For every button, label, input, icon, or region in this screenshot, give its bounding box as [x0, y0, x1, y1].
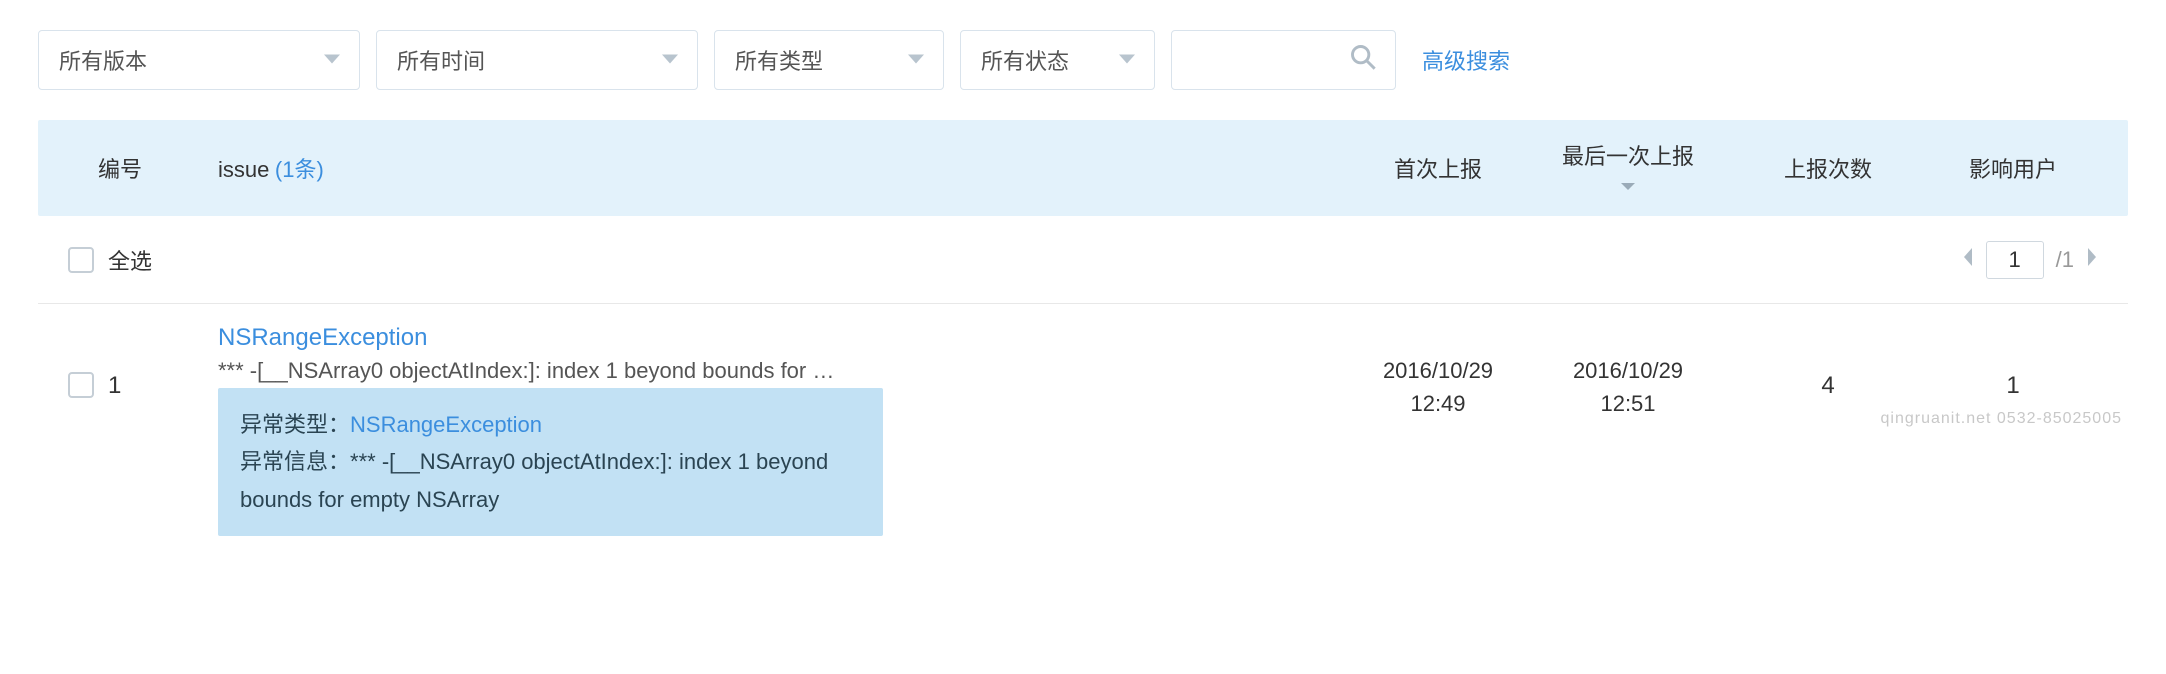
filter-version[interactable]: 所有版本 [38, 30, 360, 90]
chevron-down-icon [907, 49, 925, 72]
filter-time[interactable]: 所有时间 [376, 30, 698, 90]
row-first-report: 2016/10/29 12:49 [1348, 324, 1528, 420]
watermark: qingruanit.net 0532-85025005 [1880, 410, 2122, 428]
filter-version-label: 所有版本 [59, 44, 147, 76]
chevron-down-icon [1118, 49, 1136, 72]
exception-title-link[interactable]: NSRangeException [218, 324, 1348, 352]
filter-status[interactable]: 所有状态 [960, 30, 1155, 90]
th-affected-users[interactable]: 影响用户 [1969, 157, 2057, 182]
exception-tooltip: 异常类型：NSRangeException 异常信息：*** -[__NSArr… [218, 388, 883, 536]
tooltip-type-label: 异常类型： [240, 412, 350, 437]
row-last-report: 2016/10/29 12:51 [1528, 324, 1728, 420]
th-report-count[interactable]: 上报次数 [1784, 157, 1872, 182]
search-icon [1349, 43, 1377, 77]
filter-status-label: 所有状态 [981, 44, 1069, 76]
search-input[interactable] [1171, 30, 1396, 90]
chevron-down-icon [323, 49, 341, 72]
select-all-label: 全选 [108, 244, 152, 276]
filter-type[interactable]: 所有类型 [714, 30, 944, 90]
tooltip-type-value: NSRangeException [350, 412, 542, 437]
tooltip-info-label: 异常信息： [240, 449, 350, 474]
page-total: /1 [2056, 247, 2074, 273]
th-issue-count: (1条) [275, 157, 324, 182]
page-next-button[interactable] [2086, 247, 2098, 273]
row-report-count: 4 [1728, 324, 1928, 400]
filter-type-label: 所有类型 [735, 44, 823, 76]
table-row: 1 NSRangeException *** -[__NSArray0 obje… [38, 304, 2128, 536]
advanced-search-link[interactable]: 高级搜索 [1422, 44, 1510, 76]
chevron-down-icon [661, 49, 679, 72]
th-last-report[interactable]: 最后一次上报 [1562, 144, 1694, 169]
th-first-report[interactable]: 首次上报 [1394, 157, 1482, 182]
filter-time-label: 所有时间 [397, 44, 485, 76]
th-id: 编号 [98, 157, 142, 182]
page-input[interactable] [1986, 241, 2044, 279]
row-checkbox[interactable] [68, 372, 94, 398]
selection-row: 全选 /1 [38, 216, 2128, 304]
table-header: 编号 issue (1条) 首次上报 最后一次上报 上报次数 影响用户 [38, 120, 2128, 216]
row-affected-users: 1 [1928, 324, 2098, 400]
page-prev-button[interactable] [1962, 247, 1974, 273]
filters-row: 所有版本 所有时间 所有类型 所有状态 [38, 30, 2128, 90]
exception-message: *** -[__NSArray0 objectAtIndex:]: index … [218, 358, 838, 384]
th-issue-label: issue [218, 157, 269, 182]
select-all-checkbox[interactable] [68, 247, 94, 273]
chevron-down-icon [1528, 175, 1728, 198]
pagination: /1 [1962, 241, 2098, 279]
row-number: 1 [108, 324, 218, 400]
